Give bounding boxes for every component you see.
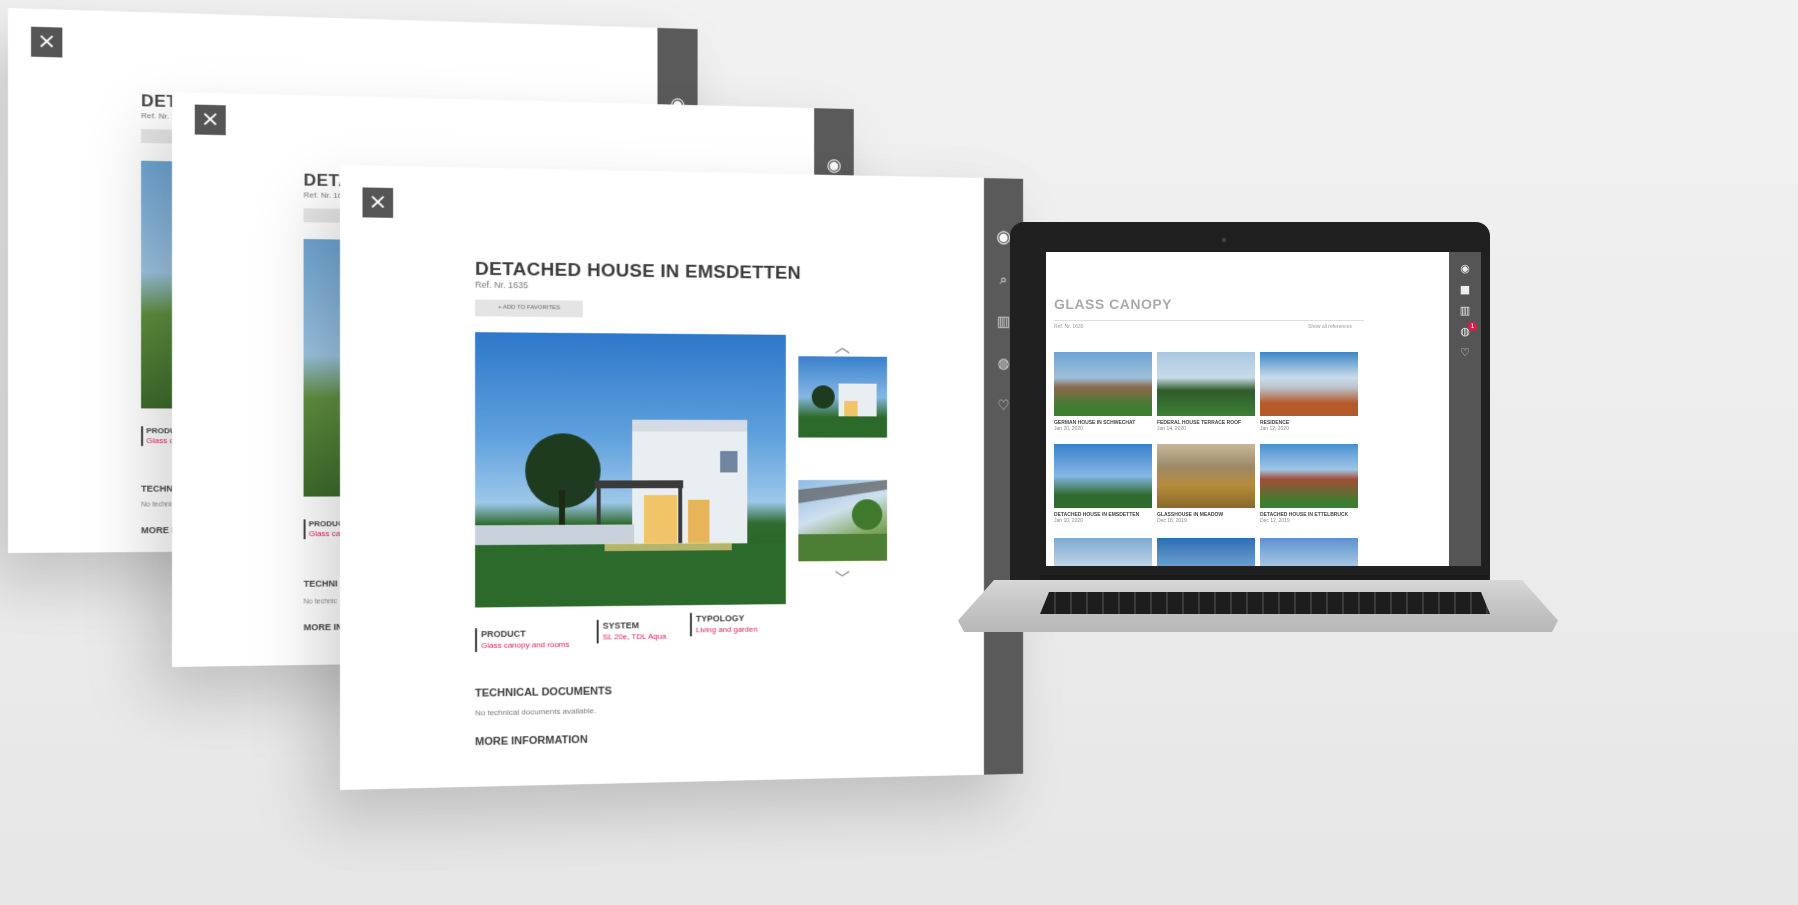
attribute-head: TYPOLOGY <box>695 613 745 624</box>
gallery-tile[interactable] <box>1054 352 1152 416</box>
tile-caption[interactable]: FEDERAL HOUSE TERRACE ROOF Jan 14, 2020 <box>1157 420 1255 432</box>
tile-caption[interactable]: RESIDENCE Jan 12, 2020 <box>1260 420 1358 432</box>
gallery-tile[interactable] <box>1157 352 1255 416</box>
reference-number: Ref. Nr. 1635 <box>475 279 529 291</box>
house-illustration <box>475 419 786 608</box>
close-button[interactable]: × <box>194 104 226 136</box>
tile-date: Jan 14, 2020 <box>1157 426 1186 432</box>
close-icon: × <box>37 28 57 55</box>
main-photo <box>475 332 786 608</box>
gallery-title: GLASS CANOPY <box>1054 296 1173 312</box>
square-icon[interactable]: ■ <box>1449 279 1481 300</box>
technical-text: No technic <box>141 501 176 509</box>
attribute-head: PRODUC <box>308 519 344 529</box>
thumbnail-2[interactable] <box>798 479 888 562</box>
gallery-tile[interactable] <box>1260 444 1358 508</box>
thumbnail-illustration <box>798 479 888 562</box>
gallery-tile[interactable] <box>1157 538 1255 566</box>
close-icon: × <box>200 106 220 133</box>
close-icon: × <box>368 189 388 215</box>
attribute-head: PRODUCT <box>481 628 526 640</box>
attribute-value[interactable]: SL 20e, TDL Aqua <box>603 631 667 644</box>
reference-panel-front: × ◉ ⌕ ▥ ◍ ♡ DETACHED HOUSE IN EMSDETTEN … <box>340 165 1024 790</box>
tile-date: Jan 10, 2020 <box>1054 518 1083 524</box>
close-button[interactable]: × <box>362 187 394 218</box>
tile-caption[interactable]: DETACHED HOUSE IN EMSDETTEN Jan 10, 2020 <box>1054 512 1152 524</box>
typology-attribute: TYPOLOGY Living and garden <box>689 612 758 637</box>
close-button[interactable]: × <box>31 26 63 58</box>
gallery-tile[interactable] <box>1260 538 1358 566</box>
tile-caption[interactable]: DETACHED HOUSE IN ETTELBRUCK Dec 12, 2019 <box>1260 512 1358 524</box>
camera <box>1222 238 1226 242</box>
thumbnail-illustration <box>798 383 888 438</box>
laptop-keyboard <box>1040 592 1490 614</box>
add-favorites-button[interactable]: + ADD TO FAVORITES <box>475 299 583 318</box>
laptop-screen: GLASS CANOPY Ref. Nr. 1635 Show all refe… <box>1046 252 1481 566</box>
mockup-scene: × ◉ ⌕ DETA Ref. Nr. 16 PRODUCGlass ca TE… <box>0 0 1798 905</box>
product-attribute: PRODUCT Glass canopy and rooms <box>475 627 570 653</box>
gallery-tile[interactable] <box>1260 352 1358 416</box>
scroll-up-button[interactable]: ︿ <box>835 333 850 356</box>
scroll-down-button[interactable]: ﹀ <box>835 566 850 589</box>
gallery-tile[interactable] <box>1054 444 1152 508</box>
tile-caption[interactable]: GERMAN HOUSE IN SCHWECHAT Jan 20, 2020 <box>1054 420 1152 432</box>
building-icon[interactable]: ▥ <box>1449 300 1481 321</box>
system-attribute: SYSTEM SL 20e, TDL Aqua <box>596 619 667 644</box>
technical-heading: TECHNICAL DOCUMENTS <box>475 685 612 700</box>
notification-badge: 1 <box>1468 322 1477 331</box>
side-rail: ◉ ■ ▥ ◍ 1 ♡ <box>1449 252 1481 566</box>
tile-date: Jan 12, 2020 <box>1260 426 1289 432</box>
show-all-link[interactable]: Show all references <box>1308 324 1352 330</box>
user-icon[interactable]: ◉ <box>1449 258 1481 279</box>
technical-heading: TECHNI <box>141 483 176 494</box>
more-info-heading[interactable]: MORE IN <box>304 622 343 632</box>
attribute-head: SYSTEM <box>602 620 640 631</box>
product-attribute: PRODUC Glass can <box>303 519 345 540</box>
tile-date: Dec 18, 2019 <box>1157 518 1187 524</box>
attribute-value[interactable]: Living and garden <box>696 624 758 636</box>
gallery-tile[interactable] <box>1054 538 1152 566</box>
technical-text: No technical documents available. <box>475 706 597 718</box>
technical-heading: TECHNI <box>303 578 338 589</box>
tile-date: Dec 12, 2019 <box>1260 518 1290 524</box>
gallery-tile[interactable] <box>1157 444 1255 508</box>
tile-caption[interactable]: GLASSHOUSE IN MEADOW Dec 18, 2019 <box>1157 512 1255 524</box>
divider <box>1054 320 1364 321</box>
reference-number: Ref. Nr. 16 <box>303 190 343 201</box>
tile-date: Jan 20, 2020 <box>1054 426 1083 432</box>
gallery-subtitle: Ref. Nr. 1635 <box>1054 324 1084 330</box>
technical-text: No technic <box>303 598 338 606</box>
heart-icon[interactable]: ♡ <box>1449 342 1481 363</box>
attribute-value[interactable]: Glass canopy and rooms <box>481 639 569 652</box>
laptop-mockup: GLASS CANOPY Ref. Nr. 1635 Show all refe… <box>1010 222 1490 580</box>
thumbnail-1[interactable] <box>798 356 888 438</box>
globe-icon[interactable]: ◍ 1 <box>1449 321 1481 342</box>
more-info-heading[interactable]: MORE INFORMATION <box>475 734 588 748</box>
